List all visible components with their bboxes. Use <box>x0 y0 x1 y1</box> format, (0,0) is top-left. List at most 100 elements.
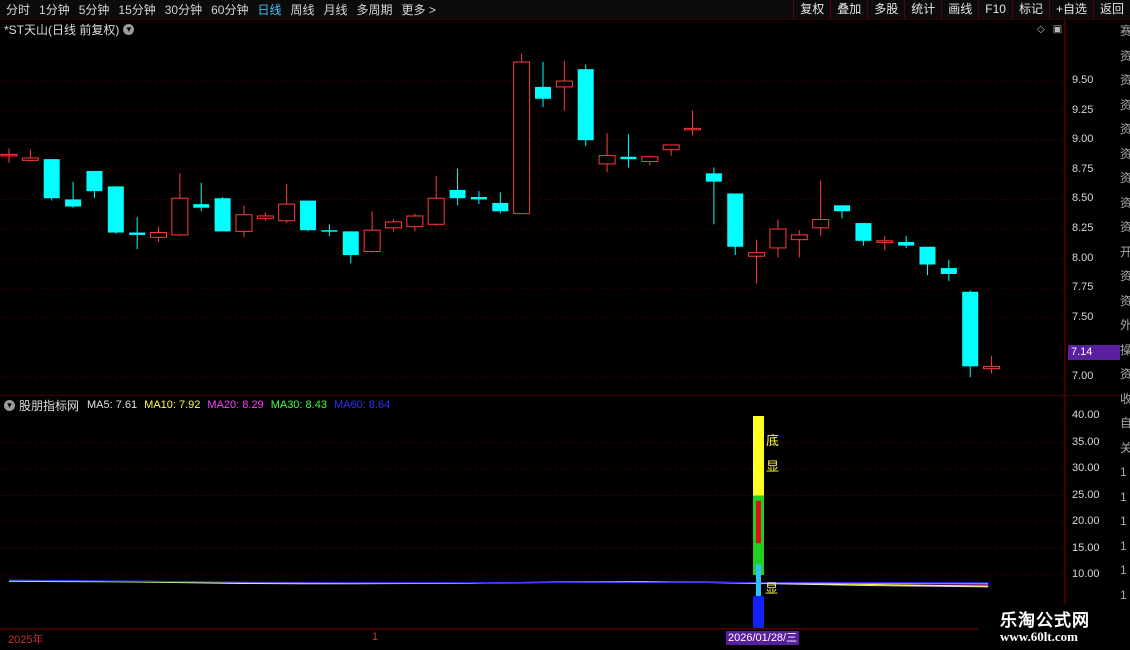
candle-body <box>300 200 317 231</box>
signal-label-show-lower: 显 <box>765 581 779 596</box>
candle <box>684 110 702 136</box>
candle-body <box>384 221 402 229</box>
period-tab[interactable]: 周线 <box>290 0 314 20</box>
candle <box>278 184 296 224</box>
period-tab[interactable]: 15分钟 <box>118 0 155 20</box>
indicator-name: 股朋指标网 <box>19 398 80 413</box>
side-info-char: 1 <box>1120 538 1127 553</box>
side-info-char: 资 <box>1120 146 1130 161</box>
candle-body <box>492 202 509 212</box>
side-info-char: 关 <box>1120 440 1130 455</box>
tool-buttons: 复权 叠加 多股 统计 画线 F10 标记 +自选 返回 <box>793 0 1130 20</box>
tool-button[interactable]: 统计 <box>904 0 941 20</box>
indicator-tick: 40.00 <box>1072 409 1100 421</box>
indicator-tick: 35.00 <box>1072 435 1100 448</box>
tool-button[interactable]: +自选 <box>1048 0 1093 20</box>
signal-label-show: 显 <box>766 459 780 474</box>
candle-body <box>983 365 1001 370</box>
top-toolbar: 分时 1分钟 5分钟 15分钟 30分钟 60分钟 日线 周线 月线 多周期 更多 > 复权 叠加 多股… <box>0 0 1130 20</box>
period-tab[interactable]: 多周期 <box>357 0 393 20</box>
candle <box>470 191 487 205</box>
candle <box>363 211 381 253</box>
indicator-tick: 10.00 <box>1072 568 1100 580</box>
period-tab[interactable]: 30分钟 <box>165 0 202 20</box>
side-info-char: 1 <box>1120 489 1127 504</box>
candle <box>641 155 659 166</box>
candle-body <box>470 197 487 200</box>
price-tick: 8.25 <box>1072 222 1094 234</box>
tool-button[interactable]: F10 <box>978 0 1012 20</box>
signal-bar <box>753 416 764 496</box>
candle <box>21 149 39 162</box>
side-info-char: 资 <box>1120 73 1130 87</box>
side-info-char: 资 <box>1120 171 1130 185</box>
period-tab[interactable]: 日线 <box>257 0 281 20</box>
candle-body <box>855 223 872 241</box>
candle-body <box>748 252 766 257</box>
side-info-char: 开 <box>1120 244 1130 259</box>
candlestick-chart[interactable] <box>0 20 1120 396</box>
logo-url: www.60lt.com <box>1000 629 1078 644</box>
candle-body <box>641 156 659 163</box>
side-info-char: 资 <box>1120 269 1130 283</box>
price-tick: 9.50 <box>1072 74 1094 86</box>
candle <box>256 212 274 221</box>
candle-body <box>919 246 936 265</box>
candle-body <box>684 127 702 131</box>
candle-body <box>577 69 594 141</box>
indicator-chart[interactable] <box>0 396 1120 630</box>
last-price-tag: 7.14 <box>1068 345 1120 360</box>
candle <box>919 246 936 276</box>
candle <box>598 133 616 173</box>
tool-button[interactable]: 复权 <box>793 0 830 20</box>
candle-body <box>107 186 124 233</box>
side-info-char: 操 <box>1120 342 1130 357</box>
indicator-tick: 25.00 <box>1072 488 1100 501</box>
tool-button[interactable]: 多股 <box>867 0 904 20</box>
candle-body <box>150 232 168 238</box>
candle <box>129 217 146 250</box>
tool-button[interactable]: 画线 <box>941 0 978 20</box>
side-info-char: 1 <box>1120 587 1127 602</box>
side-info-char: 外 <box>1120 318 1130 332</box>
period-tab[interactable]: 月线 <box>324 0 348 20</box>
side-info-char: 1 <box>1120 514 1127 528</box>
side-info-char: 资 <box>1120 293 1130 308</box>
side-info-char: 资 <box>1120 97 1130 112</box>
time-axis: 2025年 1 2026/01/28/三 <box>0 630 978 650</box>
price-tick: 8.00 <box>1072 251 1094 264</box>
candle-body <box>406 215 424 228</box>
candle <box>812 180 830 237</box>
signal-bar <box>753 596 764 628</box>
period-tab[interactable]: 更多 > <box>402 0 436 20</box>
price-tick: 7.75 <box>1072 281 1094 294</box>
period-tab[interactable]: 1分钟 <box>39 0 70 20</box>
period-tab[interactable]: 分时 <box>6 0 30 20</box>
candle-body <box>193 204 210 208</box>
side-info-char: 资 <box>1120 195 1130 210</box>
chevron-down-icon[interactable]: ▾ <box>4 399 15 411</box>
price-tick: 8.75 <box>1072 162 1094 175</box>
candle-body <box>43 159 60 199</box>
indicator-title: ▾ 股朋指标网 MA5: 7.61 MA10: 7.92 MA20: 8.29 MA3… <box>4 398 397 413</box>
period-tab[interactable]: 5分钟 <box>79 0 110 20</box>
candle <box>513 53 531 215</box>
candle-body <box>214 198 231 232</box>
side-info-char: 赛 <box>1120 24 1130 38</box>
candle-body <box>555 80 573 88</box>
tool-button[interactable]: 返回 <box>1092 0 1130 20</box>
side-info-char: 资 <box>1120 122 1130 136</box>
tool-button[interactable]: 标记 <box>1011 0 1049 20</box>
side-info-char: 资 <box>1120 367 1130 381</box>
period-tab[interactable]: 60分钟 <box>211 0 248 20</box>
candle-body <box>321 230 338 232</box>
candle <box>898 236 915 248</box>
candle <box>43 159 60 201</box>
candle-body <box>727 193 744 247</box>
tool-button[interactable]: 叠加 <box>830 0 867 20</box>
ma-label: MA60: 8.64 <box>333 399 391 411</box>
candle <box>620 134 637 168</box>
side-info-char: 1 <box>1120 465 1127 479</box>
candle <box>0 148 18 163</box>
candle <box>940 259 957 282</box>
